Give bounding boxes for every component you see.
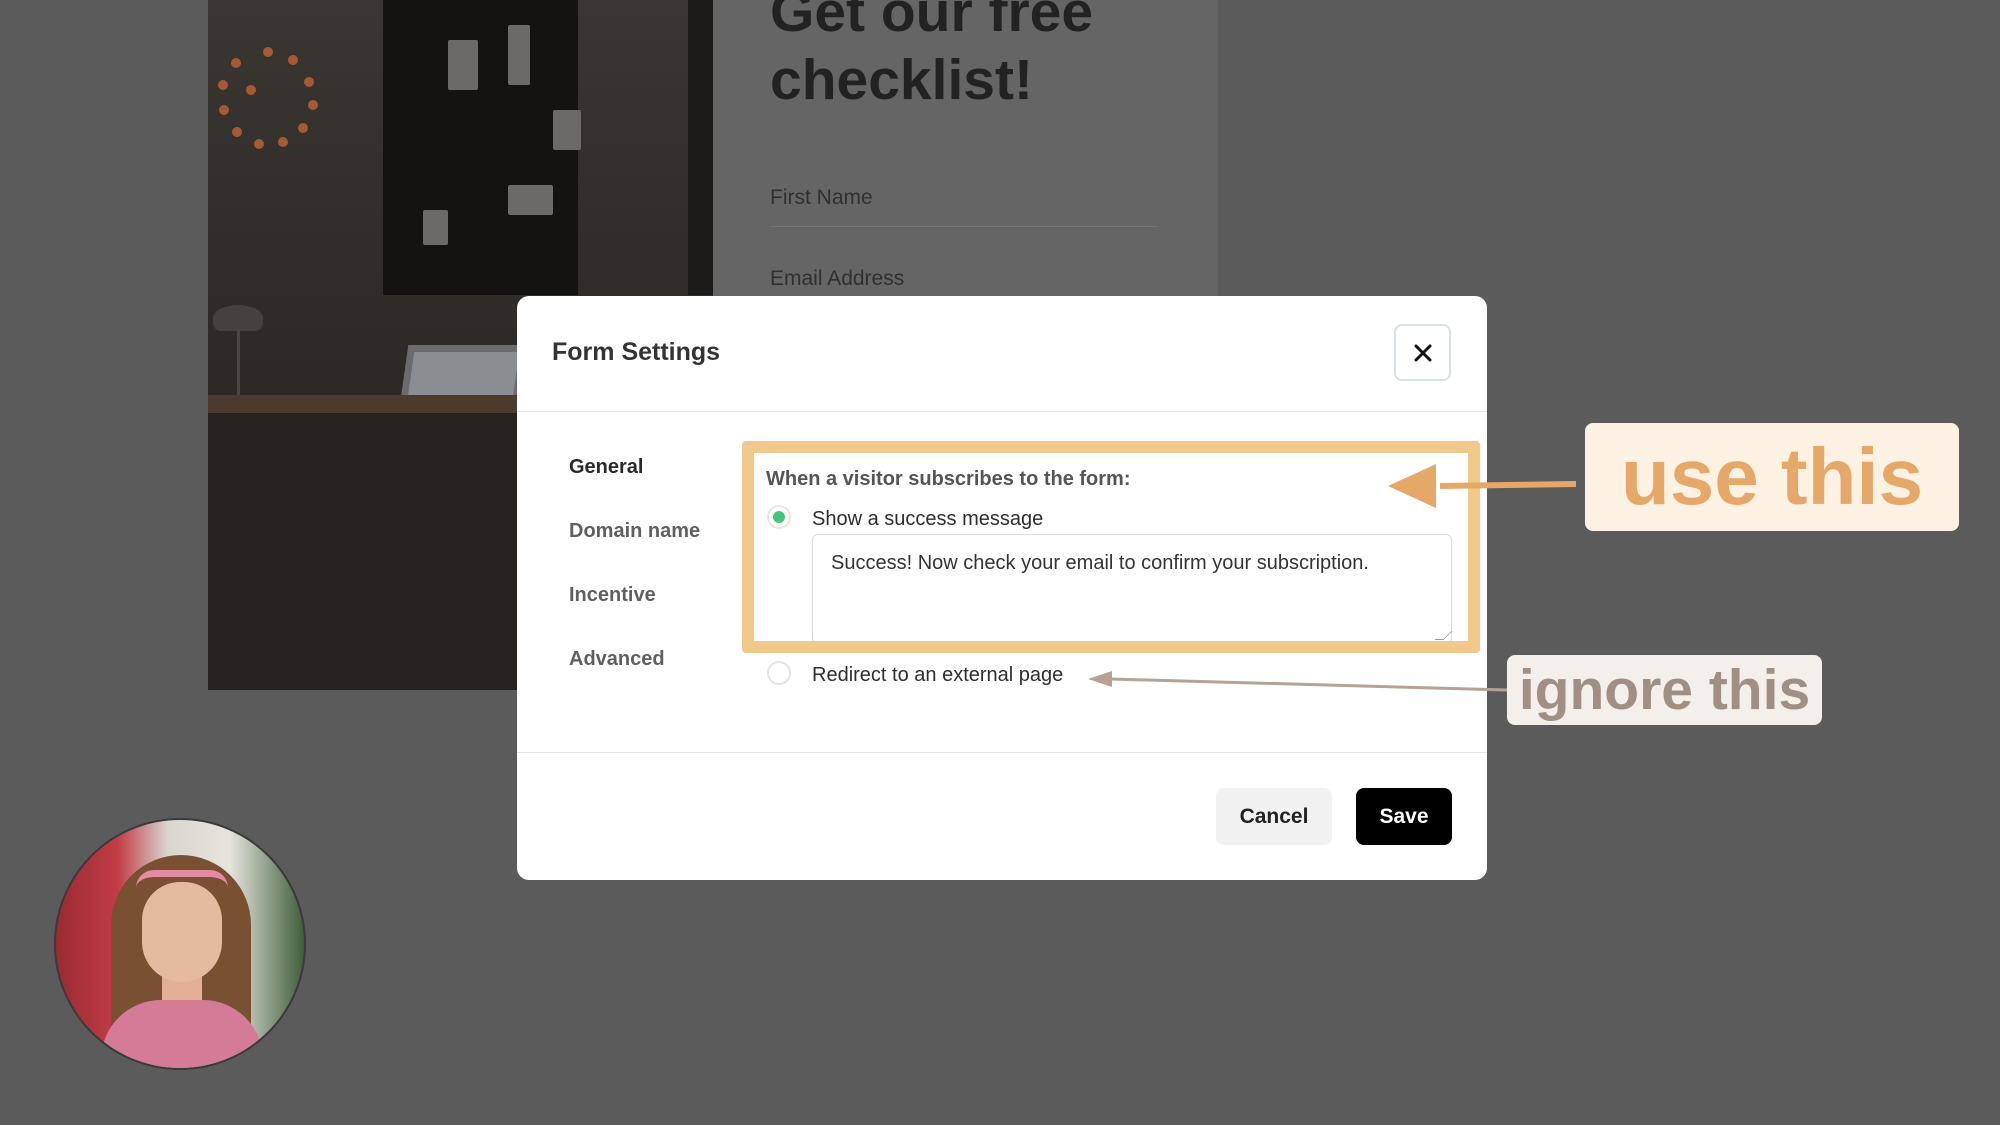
board-item: [508, 185, 553, 215]
close-button[interactable]: [1394, 324, 1451, 381]
nav-item-advanced[interactable]: Advanced: [569, 648, 665, 671]
board-item: [553, 110, 581, 150]
webcam-bubble: [54, 818, 306, 1070]
redirect-radio[interactable]: [767, 661, 791, 685]
close-icon: [1414, 344, 1431, 361]
nav-item-general[interactable]: General: [569, 456, 643, 479]
cancel-button[interactable]: Cancel: [1216, 788, 1332, 845]
pegboard-decoration: [383, 0, 578, 295]
background-email-field: Email Address: [770, 267, 905, 290]
board-item: [423, 210, 448, 245]
wall-clock-decoration: [216, 45, 321, 150]
nav-item-incentive[interactable]: Incentive: [569, 584, 656, 607]
use-this-callout: use this: [1585, 423, 1959, 531]
board-item: [448, 40, 478, 90]
ignore-this-callout: ignore this: [1507, 655, 1822, 725]
frame-edge: [688, 0, 713, 295]
modal-footer: Cancel Save: [517, 752, 1487, 880]
board-item: [508, 25, 530, 85]
lamp-decoration: [213, 305, 263, 331]
redirect-label[interactable]: Redirect to an external page: [812, 664, 1063, 687]
highlight-frame: [742, 441, 1480, 653]
modal-header: Form Settings: [517, 296, 1487, 412]
background-headline: Get our free checklist!: [770, 0, 1094, 112]
modal-title: Form Settings: [552, 338, 721, 366]
presenter-headband: [136, 870, 228, 888]
background-first-name-field: First Name: [770, 186, 1158, 227]
presenter-face: [142, 882, 222, 982]
nav-item-domain-name[interactable]: Domain name: [569, 520, 700, 543]
save-button[interactable]: Save: [1356, 788, 1452, 845]
